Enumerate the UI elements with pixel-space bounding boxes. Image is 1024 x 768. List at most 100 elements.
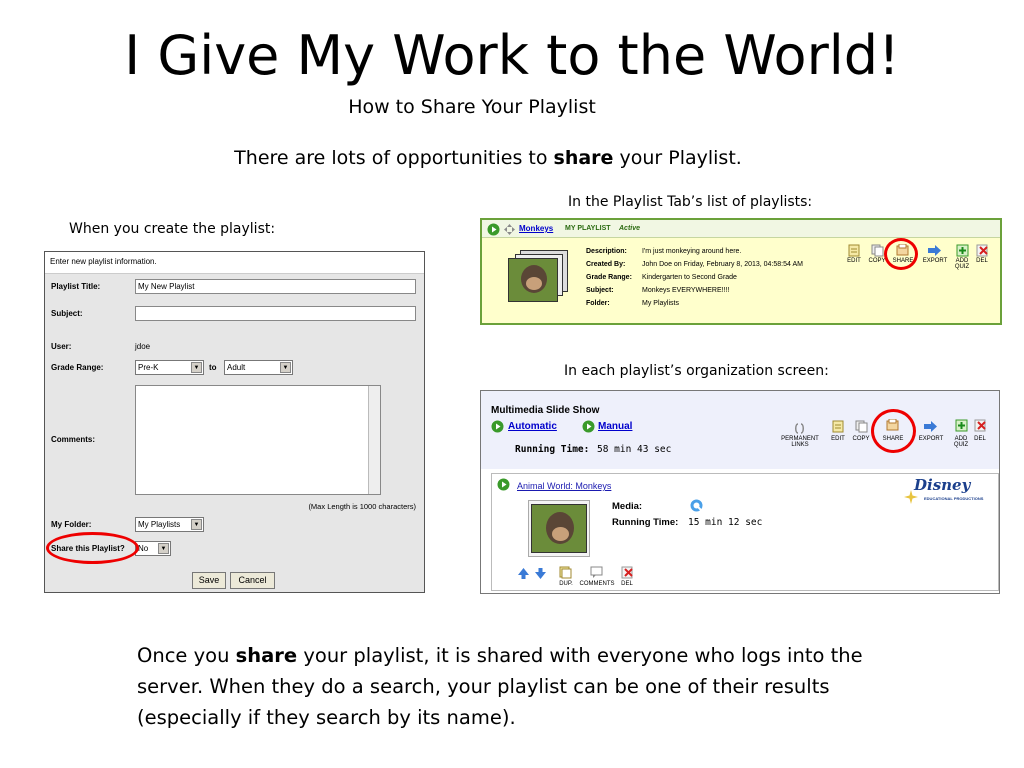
- cancel-button[interactable]: Cancel: [230, 572, 275, 589]
- lead-text: There are lots of opportunities to share…: [0, 147, 976, 169]
- folder-select[interactable]: My Playlists ▼: [135, 517, 204, 532]
- grade-to-select[interactable]: Adult ▼: [224, 360, 293, 375]
- delete-icon[interactable]: [974, 419, 987, 432]
- lead-pre: There are lots of opportunities to: [234, 147, 554, 169]
- grade-from-select[interactable]: Pre-K ▼: [135, 360, 204, 375]
- body-pre: Once you: [137, 644, 236, 667]
- grade-range-label: Grade Range:: [51, 363, 104, 372]
- dup-label: DUP.: [559, 581, 573, 587]
- grade-range-label: Grade Range:: [586, 274, 632, 281]
- textarea-scrollbar[interactable]: [368, 386, 380, 494]
- star-icon: [904, 490, 918, 504]
- item-title-link[interactable]: Animal World: Monkeys: [517, 481, 611, 491]
- add-quiz-icon[interactable]: [956, 244, 969, 257]
- max-length-note: (Max Length is 1000 characters): [308, 502, 416, 511]
- grade-to-value: Adult: [227, 363, 246, 372]
- subject-input[interactable]: [135, 306, 416, 321]
- export-icon[interactable]: [924, 420, 937, 433]
- playlist-status: Active: [619, 225, 641, 232]
- quicktime-icon[interactable]: [690, 499, 703, 512]
- play-icon[interactable]: [487, 223, 500, 236]
- comments-icon[interactable]: [590, 566, 603, 579]
- org-title: Multimedia Slide Show: [491, 405, 600, 416]
- delete-label: DEL: [976, 258, 988, 264]
- chevron-down-icon: ▼: [158, 543, 169, 554]
- user-label: User:: [51, 342, 72, 351]
- playlist-tag: MY PLAYLIST: [565, 225, 611, 232]
- user-value: jdoe: [135, 342, 151, 351]
- playlist-title-label: Playlist Title:: [51, 282, 101, 291]
- form-header: Enter new playlist information.: [45, 252, 424, 274]
- share-highlight-oval: [884, 238, 918, 270]
- share-select[interactable]: No ▼: [135, 541, 171, 556]
- playlist-item-card: Animal World: Monkeys Media: Running Tim…: [491, 473, 999, 591]
- lead-bold: share: [553, 147, 614, 169]
- copy-icon[interactable]: [871, 244, 884, 257]
- playlist-name-link[interactable]: Monkeys: [519, 224, 553, 233]
- chevron-down-icon: ▼: [280, 362, 291, 373]
- share-highlight-oval: [46, 532, 139, 564]
- slide-subtitle: How to Share Your Playlist: [348, 96, 596, 118]
- create-playlist-form: Enter new playlist information. Playlist…: [44, 251, 425, 593]
- duplicate-icon[interactable]: [559, 566, 572, 579]
- delete-icon[interactable]: [976, 244, 989, 257]
- permanent-links-icon[interactable]: [793, 422, 806, 435]
- grade-to-word: to: [209, 363, 217, 372]
- export-icon[interactable]: [928, 244, 941, 257]
- subject-label: Subject:: [586, 287, 614, 294]
- chevron-down-icon: ▼: [191, 519, 202, 530]
- save-button[interactable]: Save: [192, 572, 226, 589]
- play-icon[interactable]: [491, 420, 504, 433]
- comments-textarea[interactable]: [135, 385, 381, 495]
- logo-subtext: EDUCATIONAL PRODUCTIONS: [924, 496, 984, 501]
- description-value: I'm just monkeying around here.: [642, 248, 742, 255]
- my-folder-label: My Folder:: [51, 520, 92, 529]
- lead-post: your Playlist.: [613, 147, 742, 169]
- folder-label: Folder:: [586, 300, 610, 307]
- add-quiz-icon[interactable]: [955, 419, 968, 432]
- running-time-label: Running Time:: [515, 444, 590, 455]
- subject-value: Monkeys EVERYWHERE!!!!: [642, 287, 730, 294]
- item-running-time-value: 15 min 12 sec: [688, 517, 763, 528]
- automatic-link[interactable]: Automatic: [508, 421, 557, 432]
- comments-label: Comments:: [51, 435, 96, 444]
- share-value: No: [138, 544, 149, 553]
- body-paragraph: Once you share your playlist, it is shar…: [137, 640, 877, 733]
- org-header: Multimedia Slide Show Automatic Manual R…: [481, 391, 999, 469]
- manual-link[interactable]: Manual: [598, 421, 632, 432]
- share-highlight-oval: [871, 409, 916, 453]
- play-icon[interactable]: [497, 478, 510, 491]
- caption-playlist-tab: In the Playlist Tab’s list of playlists:: [568, 194, 813, 210]
- permanent-links-label: PERMANENT LINKS: [781, 436, 819, 448]
- comments-label: COMMENTS: [579, 581, 615, 587]
- chevron-down-icon: ▼: [191, 362, 202, 373]
- play-icon[interactable]: [582, 420, 595, 433]
- playlist-row-header: Monkeys MY PLAYLIST Active: [482, 220, 1000, 238]
- edit-icon[interactable]: [832, 420, 845, 433]
- move-down-icon[interactable]: [534, 567, 547, 580]
- move-up-icon[interactable]: [517, 567, 530, 580]
- grade-range-value: Kindergarten to Second Grade: [642, 274, 737, 281]
- logo-text: Disney: [914, 476, 971, 494]
- move-icon[interactable]: [503, 223, 516, 236]
- copy-icon[interactable]: [855, 420, 868, 433]
- description-label: Description:: [586, 248, 627, 255]
- playlist-tab-panel: Monkeys MY PLAYLIST Active Description: …: [480, 218, 1002, 325]
- export-label: EXPORT: [918, 436, 944, 442]
- media-label: Media:: [612, 501, 643, 512]
- monkey-thumbnail[interactable]: [508, 258, 558, 302]
- copy-label: COPY: [852, 436, 870, 442]
- playlist-title-input[interactable]: My New Playlist: [135, 279, 416, 294]
- edit-icon[interactable]: [848, 244, 861, 257]
- folder-value: My Playlists: [642, 300, 679, 307]
- disney-logo: Disney EDUCATIONAL PRODUCTIONS: [904, 476, 994, 508]
- slide-title: I Give My Work to the World!: [124, 24, 900, 87]
- monkey-thumbnail[interactable]: [531, 504, 587, 553]
- subject-label: Subject:: [51, 309, 83, 318]
- item-thumbnail-frame: [528, 500, 590, 557]
- delete-icon[interactable]: [621, 566, 634, 579]
- organization-screen-panel: Multimedia Slide Show Automatic Manual R…: [480, 390, 1000, 594]
- caption-org-screen: In each playlist’s organization screen:: [564, 363, 829, 379]
- folder-value: My Playlists: [138, 520, 181, 529]
- running-time-value: 58 min 43 sec: [597, 444, 672, 455]
